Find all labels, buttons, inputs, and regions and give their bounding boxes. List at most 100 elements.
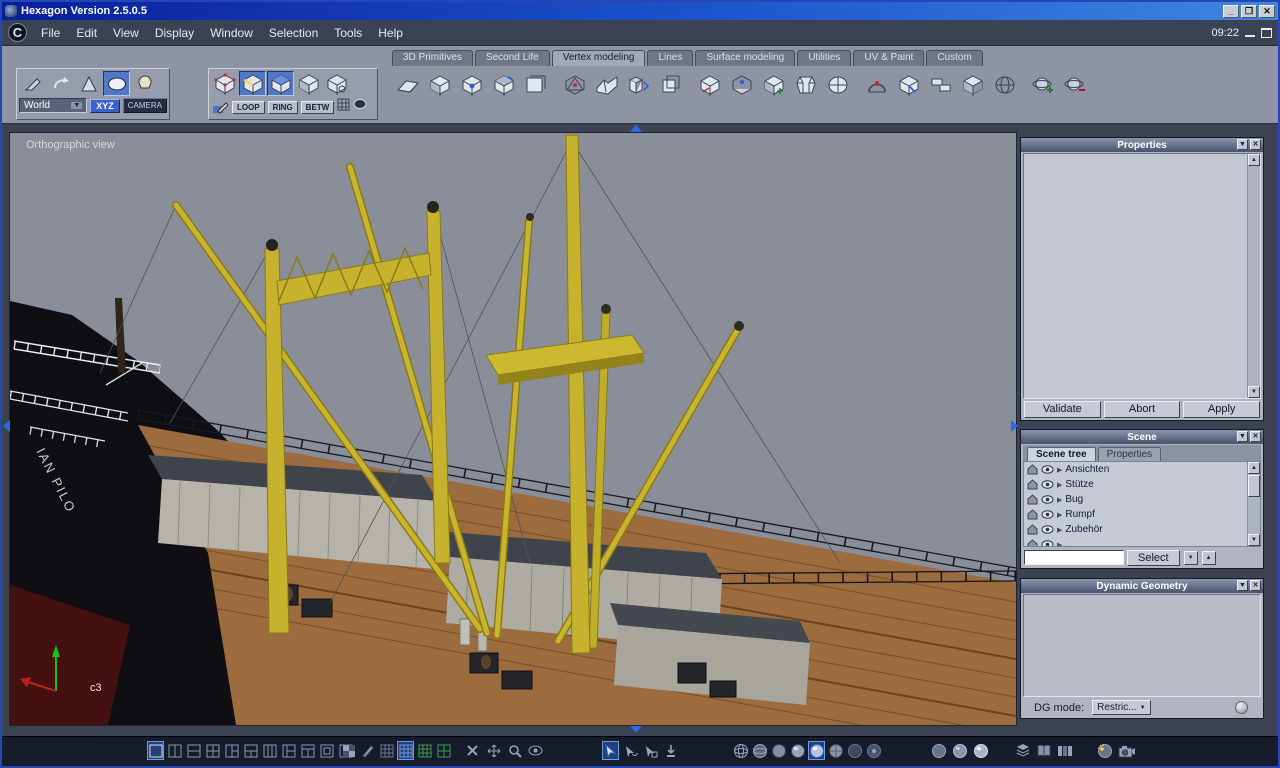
flat-sphere-icon[interactable] bbox=[770, 741, 787, 760]
wire-shade-sphere-icon[interactable] bbox=[751, 741, 768, 760]
menu-selection[interactable]: Selection bbox=[261, 23, 326, 43]
viewport-3d[interactable]: IAN PILO c3 Orthographic view bbox=[9, 132, 1017, 726]
tab-scene-tree[interactable]: Scene tree bbox=[1027, 447, 1096, 461]
select-arrow-icon[interactable] bbox=[602, 741, 619, 760]
grid-snap-icon[interactable] bbox=[378, 741, 395, 760]
textured-sphere-icon[interactable] bbox=[827, 741, 844, 760]
dark-sphere-icon[interactable] bbox=[846, 741, 863, 760]
layout-icon[interactable] bbox=[261, 741, 278, 760]
modeling-tool-button[interactable] bbox=[758, 70, 789, 100]
dot-sphere-icon[interactable] bbox=[865, 741, 882, 760]
tree-row[interactable]: ▶ Rumpf bbox=[1024, 507, 1260, 522]
modeling-tool-button[interactable] bbox=[861, 70, 892, 100]
tree-row[interactable]: ▶ Ansichten bbox=[1024, 462, 1260, 477]
scene-panel-header[interactable]: Scene ▼ ✕ bbox=[1021, 430, 1263, 444]
modeling-tool-button[interactable] bbox=[893, 70, 924, 100]
close-x-icon[interactable] bbox=[464, 741, 481, 760]
zoom-icon[interactable] bbox=[506, 741, 523, 760]
xyz-button[interactable]: XYZ bbox=[90, 98, 120, 113]
wireframe-sphere-icon[interactable] bbox=[732, 741, 749, 760]
tab-scene-properties[interactable]: Properties bbox=[1097, 447, 1162, 461]
scroll-thumb[interactable] bbox=[1248, 475, 1260, 497]
tree-row[interactable]: ▶ Stütze bbox=[1024, 477, 1260, 492]
menu-edit[interactable]: Edit bbox=[68, 23, 105, 43]
modeling-tool-button[interactable] bbox=[655, 70, 686, 100]
tree-row-partial[interactable]: ▶ bbox=[1024, 537, 1260, 547]
grid-green-icon[interactable] bbox=[416, 741, 433, 760]
pan-icon[interactable] bbox=[485, 741, 502, 760]
look-icon[interactable] bbox=[527, 741, 544, 760]
tab-vertex-modeling[interactable]: Vertex modeling bbox=[551, 50, 646, 66]
modeling-tool-button[interactable] bbox=[957, 70, 988, 100]
modeling-tool-button[interactable] bbox=[989, 70, 1020, 100]
panel-collapse-icon[interactable]: ▼ bbox=[1237, 139, 1248, 150]
scroll-up-icon[interactable]: ▲ bbox=[1248, 462, 1260, 474]
modeling-tool-button[interactable] bbox=[591, 70, 622, 100]
checker-icon[interactable] bbox=[340, 741, 357, 760]
edge-select-icon[interactable] bbox=[239, 71, 266, 96]
modeling-tool-button[interactable] bbox=[790, 70, 821, 100]
rotate-tool-icon[interactable] bbox=[47, 71, 74, 96]
book-icon[interactable] bbox=[1035, 741, 1052, 760]
modeling-tool-button[interactable] bbox=[559, 70, 590, 100]
title-bar[interactable]: Hexagon Version 2.5.0.5 _ ❐ ✕ bbox=[2, 2, 1278, 20]
layout-icon[interactable] bbox=[223, 741, 240, 760]
render-sphere-icon[interactable] bbox=[1096, 741, 1113, 760]
validate-button[interactable]: Validate bbox=[1024, 401, 1101, 418]
modeling-tool-button[interactable] bbox=[520, 70, 551, 100]
menu-view[interactable]: View bbox=[105, 23, 147, 43]
maximize-button[interactable]: ❐ bbox=[1241, 4, 1257, 18]
ellipse-mini-icon[interactable] bbox=[353, 98, 368, 116]
face-select-icon[interactable] bbox=[267, 71, 294, 96]
world-dropdown[interactable]: World ▼ bbox=[19, 98, 88, 113]
light-tool-icon[interactable] bbox=[131, 71, 158, 96]
modeling-tool-button[interactable] bbox=[925, 70, 956, 100]
tab-second-life[interactable]: Second Life bbox=[474, 50, 550, 66]
select-button[interactable]: Select bbox=[1127, 549, 1180, 566]
eye-icon[interactable] bbox=[1041, 509, 1054, 520]
eye-icon[interactable] bbox=[1041, 479, 1054, 490]
panel-collapse-icon[interactable]: ▼ bbox=[1237, 580, 1248, 591]
splitter-up-arrow[interactable] bbox=[630, 125, 642, 132]
modeling-tool-button[interactable] bbox=[694, 70, 725, 100]
mdi-maximize-icon[interactable] bbox=[1261, 27, 1272, 38]
panel-close-icon[interactable]: ✕ bbox=[1250, 431, 1261, 442]
dg-panel-header[interactable]: Dynamic Geometry ▼ ✕ bbox=[1021, 579, 1263, 593]
eye-icon[interactable] bbox=[1041, 539, 1054, 547]
menu-help[interactable]: Help bbox=[370, 23, 411, 43]
expand-icon[interactable]: ▶ bbox=[1057, 511, 1062, 519]
tab-custom[interactable]: Custom bbox=[926, 50, 983, 66]
scene-search-input[interactable] bbox=[1024, 550, 1124, 565]
ring-button[interactable]: RING bbox=[267, 100, 298, 114]
lasso-select-icon[interactable] bbox=[622, 741, 639, 760]
panel-close-icon[interactable]: ✕ bbox=[1250, 580, 1261, 591]
viewport-canvas[interactable]: IAN PILO c3 Orthographic view bbox=[9, 133, 1017, 725]
scene-tree-scrollbar[interactable]: ▲ ▼ bbox=[1247, 462, 1260, 546]
menu-window[interactable]: Window bbox=[202, 23, 261, 43]
expand-icon[interactable]: ▶ bbox=[1057, 496, 1062, 504]
brush-icon[interactable] bbox=[359, 741, 376, 760]
panel-collapse-icon[interactable]: ▼ bbox=[1237, 431, 1248, 442]
menu-tools[interactable]: Tools bbox=[326, 23, 370, 43]
menu-display[interactable]: Display bbox=[147, 23, 202, 43]
splitter-left-arrow[interactable] bbox=[3, 420, 10, 432]
object-select-icon[interactable] bbox=[295, 71, 322, 96]
minimize-button[interactable]: _ bbox=[1223, 4, 1239, 18]
grid-green2-icon[interactable] bbox=[435, 741, 452, 760]
multi-select-icon[interactable] bbox=[323, 71, 350, 96]
tree-row[interactable]: ▶ Bug bbox=[1024, 492, 1260, 507]
tree-row[interactable]: ▶ Zubehör bbox=[1024, 522, 1260, 537]
close-button[interactable]: ✕ bbox=[1259, 4, 1275, 18]
tab-3d-primitives[interactable]: 3D Primitives bbox=[392, 50, 473, 66]
modeling-tool-button[interactable] bbox=[726, 70, 757, 100]
pick-select-icon[interactable] bbox=[642, 741, 659, 760]
tab-surface-modeling[interactable]: Surface modeling bbox=[695, 50, 796, 66]
layout-icon[interactable] bbox=[318, 741, 335, 760]
tab-uv-paint[interactable]: UV & Paint bbox=[853, 50, 925, 66]
chevron-down-icon[interactable]: ▼ bbox=[71, 102, 83, 109]
edge-pencil-icon[interactable] bbox=[211, 100, 229, 114]
properties-scrollbar[interactable]: ▲ ▼ bbox=[1247, 154, 1260, 398]
layout-icon[interactable] bbox=[185, 741, 202, 760]
smooth-sphere-icon[interactable] bbox=[808, 741, 825, 760]
smoothing-low-icon[interactable] bbox=[930, 741, 947, 760]
